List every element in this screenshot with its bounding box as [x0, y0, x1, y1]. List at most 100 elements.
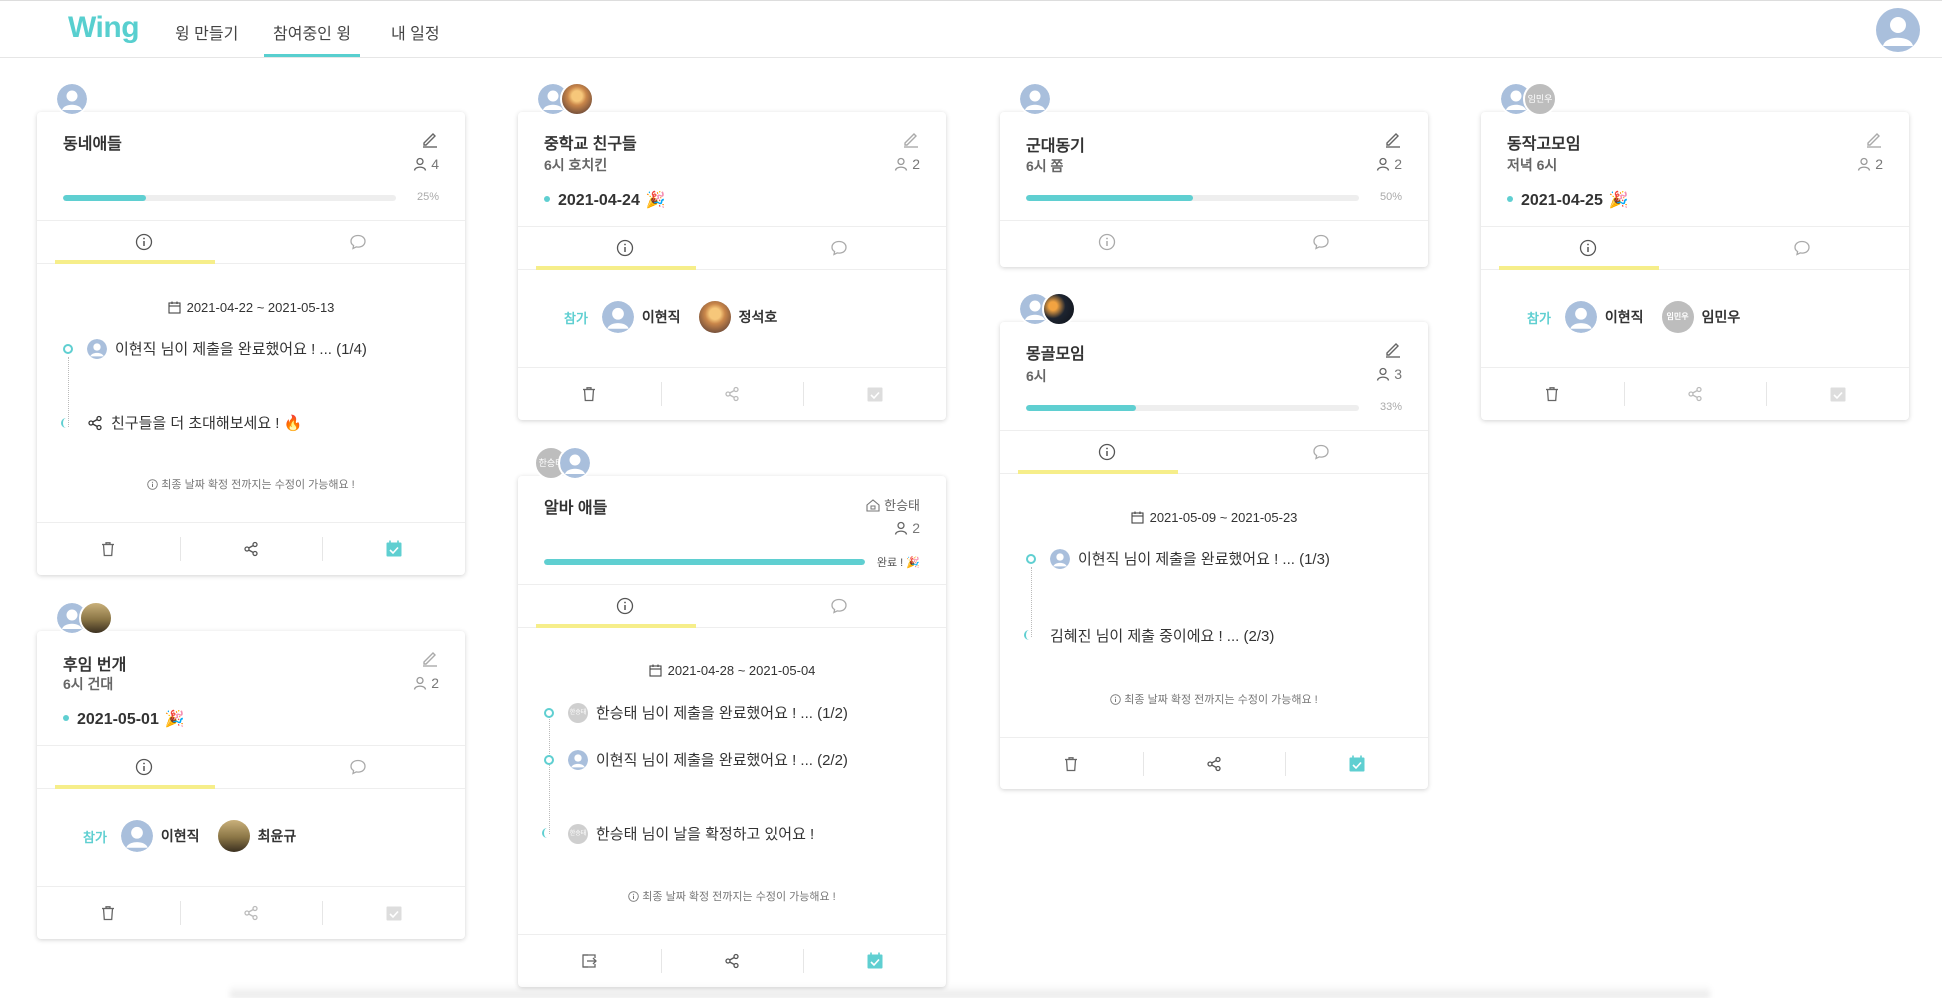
edit-icon[interactable]	[1384, 130, 1402, 148]
tab-info[interactable]	[1000, 221, 1214, 263]
member-count: 2	[1376, 156, 1402, 172]
profile-avatar[interactable]	[1876, 8, 1920, 52]
person-icon	[1377, 157, 1390, 171]
tab-info[interactable]	[37, 746, 251, 789]
wing-card[interactable]: 후임 번개 6시 건대 2 2021-05-01 🎉 참가 이현직 최윤규	[37, 601, 465, 939]
timeline-item[interactable]: 친구들을 더 초대해보세요 ! 🔥	[63, 412, 302, 433]
trash-icon	[1065, 757, 1078, 772]
exit-icon	[582, 954, 597, 968]
person-icon	[1858, 157, 1871, 171]
member-count: 2	[1857, 156, 1883, 172]
progress-fill	[544, 559, 865, 565]
info-icon	[135, 758, 153, 776]
card-tabs	[1481, 226, 1909, 270]
confirm-button[interactable]	[322, 523, 465, 575]
nav-my-schedule[interactable]: 내 일정	[391, 20, 440, 44]
confirm-button[interactable]	[1285, 738, 1428, 790]
card-actions	[1481, 367, 1909, 419]
card-actions	[37, 522, 465, 574]
tab-info[interactable]	[1000, 431, 1214, 474]
share-button[interactable]	[660, 935, 804, 987]
confirm-button[interactable]	[1766, 368, 1909, 420]
wing-card[interactable]: 동네애들 4 25% 2021-04-22 ~ 2021-05-13 이현직 님…	[37, 82, 465, 575]
wing-title: 알바 애들	[544, 500, 608, 517]
delete-button[interactable]	[1000, 738, 1143, 790]
timeline-line	[549, 716, 550, 834]
tab-info[interactable]	[518, 585, 732, 628]
avatar	[55, 82, 89, 116]
calendar-icon	[168, 301, 181, 314]
tab-info[interactable]	[518, 227, 732, 270]
wing-card[interactable]: 군대동기 6시 쫌 2 50%	[1000, 82, 1428, 267]
leave-button[interactable]	[518, 935, 661, 987]
person-icon	[895, 521, 908, 535]
tab-chat[interactable]	[251, 221, 465, 263]
timeline-item: 김혜진 님이 제출 중이에요 ! ... (2/3)	[1050, 628, 1275, 645]
delete-button[interactable]	[1481, 368, 1624, 420]
calendar-check-icon	[386, 906, 402, 921]
wing-card[interactable]: 중학교 친구들 6시 호치킨 2 2021-04-24 🎉 참가 이현직 정석호	[518, 82, 946, 420]
calendar-check-icon	[1830, 387, 1846, 402]
confirmed-date: 2021-04-24 🎉	[544, 190, 666, 210]
info-icon	[135, 233, 153, 251]
share-button[interactable]	[179, 523, 323, 575]
timeline-item: 한승태 한승태 님이 날을 확정하고 있어요 !	[544, 823, 814, 844]
tab-chat[interactable]	[732, 227, 946, 269]
wing-card[interactable]: 임민우 동작고모임 저녁 6시 2 2021-04-25 🎉 참가 이현직 임민우…	[1481, 82, 1909, 420]
avatar	[601, 301, 634, 333]
timeline-item: 한승태 한승태 님이 제출을 완료했어요 ! ... (1/2)	[544, 702, 848, 723]
progress-bar	[544, 559, 865, 565]
wing-subtitle: 6시 건대	[63, 676, 114, 692]
card-tabs	[1000, 220, 1428, 264]
avatar	[1564, 301, 1597, 333]
trash-icon	[583, 387, 596, 402]
progress-bar	[1026, 405, 1359, 411]
member-count: 2	[894, 156, 920, 172]
edit-icon[interactable]	[421, 649, 439, 667]
progress-percent: 25%	[416, 191, 439, 203]
wing-card[interactable]: 몽골모임 6시 3 33% 2021-05-09 ~ 2021-05-23 이현…	[1000, 292, 1428, 789]
tab-chat[interactable]	[251, 746, 465, 788]
wing-subtitle: 6시	[1026, 368, 1047, 384]
calendar-icon	[649, 664, 662, 677]
tab-chat[interactable]	[1214, 431, 1428, 473]
avatar	[1018, 82, 1052, 116]
tab-chat[interactable]	[1695, 227, 1909, 269]
edit-icon[interactable]	[421, 130, 439, 148]
confirm-button[interactable]	[322, 887, 465, 939]
progress-fill	[63, 195, 147, 201]
share-button[interactable]	[1623, 368, 1767, 420]
share-icon	[244, 541, 258, 557]
confirm-button[interactable]	[803, 935, 946, 987]
delete-button[interactable]	[37, 887, 180, 939]
wing-logo[interactable]: Wing	[68, 11, 140, 45]
share-button[interactable]	[1142, 738, 1286, 790]
share-icon	[725, 953, 739, 969]
card-actions	[1000, 737, 1428, 789]
edit-icon[interactable]	[1865, 130, 1883, 148]
delete-button[interactable]	[518, 368, 661, 420]
card-actions	[37, 886, 465, 938]
tab-chat[interactable]	[1214, 221, 1428, 263]
delete-button[interactable]	[37, 523, 180, 575]
info-icon	[616, 597, 634, 615]
tab-info[interactable]	[37, 221, 251, 264]
nav-create-wing[interactable]: 윙 만들기	[175, 20, 238, 44]
avatar	[698, 301, 731, 333]
schedule-period: 2021-05-09 ~ 2021-05-23	[1000, 510, 1428, 525]
edit-icon[interactable]	[902, 130, 920, 148]
calendar-check-icon	[867, 952, 883, 969]
card-tabs	[37, 745, 465, 789]
edit-icon[interactable]	[1384, 340, 1402, 358]
wing-title: 중학교 친구들	[544, 136, 637, 153]
info-icon	[147, 479, 159, 490]
share-button[interactable]	[660, 368, 804, 420]
confirm-button[interactable]	[803, 368, 946, 420]
calendar-check-icon	[867, 387, 883, 402]
tab-info[interactable]	[1481, 227, 1695, 270]
share-button[interactable]	[179, 887, 323, 939]
tab-chat[interactable]	[732, 585, 946, 627]
wing-card[interactable]: 한승태 알바 애들 한승태 2 완료 ! 🎉 2021-04-28 ~ 2021…	[518, 446, 946, 987]
nav-joined-wings[interactable]: 참여중인 윙	[263, 20, 361, 57]
confirmed-date: 2021-04-25 🎉	[1507, 190, 1629, 210]
